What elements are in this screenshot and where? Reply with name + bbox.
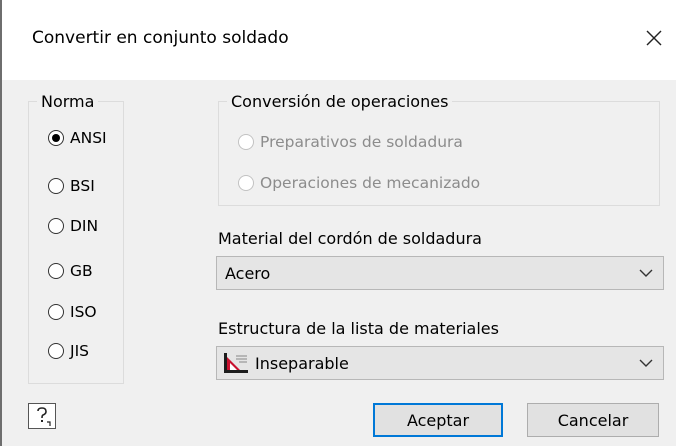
radio-iso[interactable]: ISO bbox=[48, 300, 97, 324]
radio-label: ANSI bbox=[70, 129, 107, 147]
radio-circle bbox=[48, 343, 64, 359]
radio-label: Preparativos de soldadura bbox=[260, 133, 463, 151]
help-icon bbox=[37, 407, 51, 426]
radio-circle bbox=[48, 130, 64, 146]
help-button[interactable] bbox=[28, 403, 56, 429]
radio-circle bbox=[238, 175, 254, 191]
radio-bsi[interactable]: BSI bbox=[48, 174, 95, 198]
bom-structure-select[interactable]: Inseparable bbox=[216, 346, 664, 380]
radio-circle bbox=[48, 178, 64, 194]
close-icon bbox=[646, 30, 662, 46]
weld-material-value: Acero bbox=[225, 263, 271, 283]
radio-circle bbox=[238, 134, 254, 150]
radio-label: BSI bbox=[70, 177, 95, 195]
radio-circle bbox=[48, 218, 64, 234]
close-button[interactable] bbox=[636, 20, 672, 56]
weld-material-select[interactable]: Acero bbox=[216, 256, 664, 290]
radio-ansi[interactable]: ANSI bbox=[48, 126, 107, 150]
chevron-down-icon bbox=[639, 359, 653, 367]
weld-material-label: Material del cordón de soldadura bbox=[218, 229, 482, 248]
bom-structure-label: Estructura de la lista de materiales bbox=[218, 319, 499, 338]
radio-circle bbox=[48, 304, 64, 320]
ok-button-label: Aceptar bbox=[406, 410, 470, 430]
bom-structure-value: Inseparable bbox=[255, 353, 349, 373]
radio-jis[interactable]: JIS bbox=[48, 339, 89, 363]
cancel-button-label: Cancelar bbox=[557, 410, 629, 430]
dialog-title: Convertir en conjunto soldado bbox=[32, 28, 289, 48]
radio-circle bbox=[48, 263, 64, 279]
radio-gb[interactable]: GB bbox=[48, 259, 93, 283]
radio-din[interactable]: DIN bbox=[48, 214, 98, 238]
conversion-legend: Conversión de operaciones bbox=[231, 92, 449, 111]
radio-label: GB bbox=[70, 262, 93, 280]
radio-weld-preparations[interactable]: Preparativos de soldadura bbox=[238, 130, 463, 154]
cancel-button[interactable]: Cancelar bbox=[527, 403, 659, 437]
radio-label: DIN bbox=[70, 217, 99, 235]
radio-machining-features[interactable]: Operaciones de mecanizado bbox=[238, 171, 480, 195]
ok-button[interactable]: Aceptar bbox=[373, 403, 503, 437]
radio-label: ISO bbox=[70, 303, 97, 321]
radio-label: JIS bbox=[70, 342, 89, 360]
chevron-down-icon bbox=[639, 269, 653, 277]
norma-legend: Norma bbox=[41, 92, 95, 111]
radio-label: Operaciones de mecanizado bbox=[260, 174, 481, 192]
inseparable-structure-icon bbox=[224, 353, 248, 373]
